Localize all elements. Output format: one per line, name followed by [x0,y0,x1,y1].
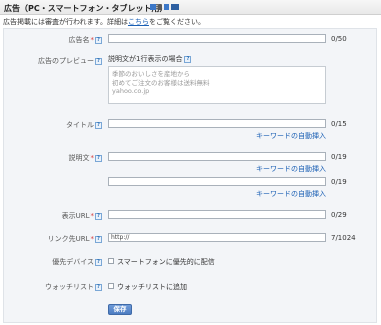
description-line1-input[interactable] [108,152,326,161]
link-url-label: リンク先URL *? [48,234,102,244]
smartphone-priority-checkbox[interactable] [108,258,114,264]
help-icon[interactable]: ? [95,283,102,291]
review-notice: 広告掲載には審査が行われます。詳細はこちらをご覧ください。 [3,17,205,27]
notice-text: 広告掲載には審査が行われます。詳細は [3,18,128,26]
preview-label: 広告のプレビュー? [38,56,102,66]
link-url-count: 7/1024 [331,234,356,242]
help-icon[interactable]: ? [95,36,102,44]
ad-name-count: 0/50 [331,35,347,43]
preview-url: yahoo.co.jp [112,87,150,95]
notice-text-end: をご覧ください。 [148,18,205,26]
ad-name-label: 広告名 *? [69,35,102,45]
priority-device-label: 優先デバイス? [52,257,102,267]
help-icon[interactable]: ? [95,57,102,65]
details-link[interactable]: こちら [128,18,149,26]
title-label: タイトル? [66,120,102,130]
help-icon[interactable]: ? [95,235,102,243]
description-line2-keyword-insert-link[interactable]: キーワードの自動挿入 [256,189,326,199]
pc-device-icon [150,4,156,10]
help-icon[interactable]: ? [184,55,192,63]
help-icon[interactable]: ? [95,212,102,220]
preview-line: 季節のおいしさを産地から [112,70,190,78]
description-label: 説明文 *? [69,153,102,163]
display-url-label: 表示URL *? [62,211,102,221]
title-keyword-insert-link[interactable]: キーワードの自動挿入 [256,131,326,141]
display-url-count: 0/29 [331,211,347,219]
link-url-input[interactable]: http:// [108,233,326,242]
help-icon[interactable]: ? [95,121,102,129]
description-line2-input[interactable] [108,177,326,186]
ad-name-input[interactable] [108,34,326,43]
preview-heading: 説明文が1行表示の場合? [108,54,192,64]
display-url-input[interactable] [108,210,326,219]
preview-line: 初めてご注文のお客様は送料無料 [112,78,210,87]
watchlist-checkbox[interactable] [108,283,114,289]
title-count: 0/15 [331,120,347,128]
mail-icon [171,4,179,10]
smartphone-priority-label[interactable]: スマートフォンに優先的に配信 [117,257,215,267]
page-title: 広告（PC・スマートフォン・タブレット用） [4,4,168,13]
watchlist-label: ウォッチリスト? [45,282,102,292]
help-icon[interactable]: ? [95,154,102,162]
title-input[interactable] [108,119,326,128]
ad-preview-box: 季節のおいしさを産地から 初めてご注文のお客様は送料無料 yahoo.co.jp [108,66,326,104]
watchlist-option-label[interactable]: ウォッチリストに追加 [117,282,187,292]
tablet-device-icon [164,4,169,10]
description-line2-count: 0/19 [331,178,347,186]
save-button[interactable]: 保存 [108,304,132,315]
description-line1-keyword-insert-link[interactable]: キーワードの自動挿入 [256,164,326,174]
smartphone-device-icon [158,4,162,10]
help-icon[interactable]: ? [95,258,102,266]
description-line1-count: 0/19 [331,153,347,161]
